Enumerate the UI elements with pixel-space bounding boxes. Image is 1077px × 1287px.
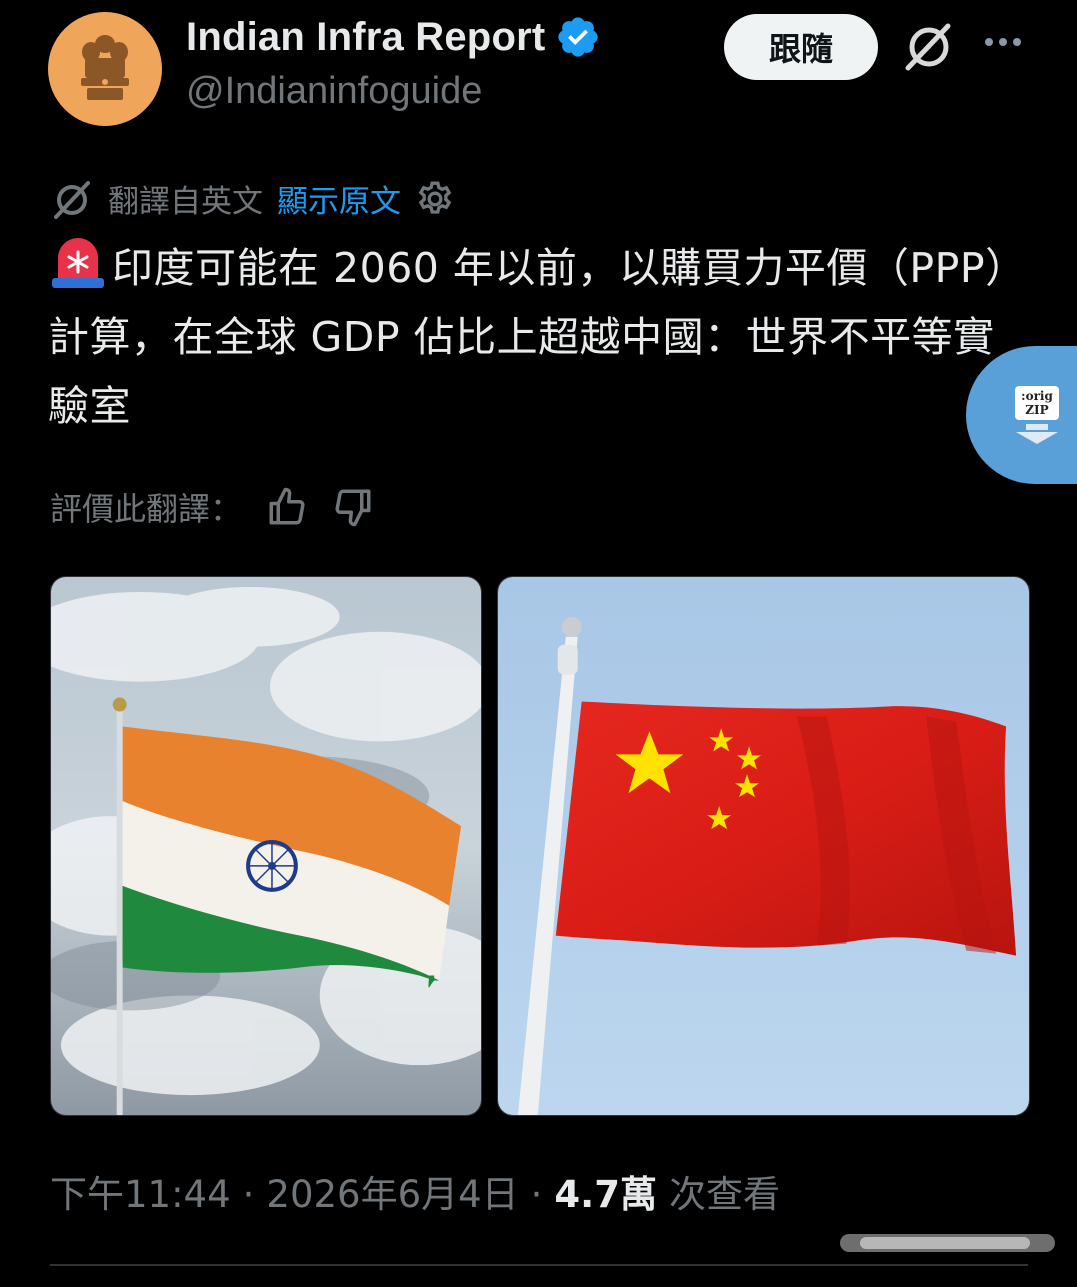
author-name-row[interactable]: Indian Infra Report: [186, 14, 601, 60]
rate-translation-label: 評價此翻譯：: [50, 490, 243, 528]
grok-translate-icon: [54, 180, 90, 219]
meta-separator: ·: [242, 1173, 255, 1216]
show-original-link[interactable]: 顯示原文: [277, 176, 401, 221]
tweet-time[interactable]: 下午11:44: [50, 1164, 231, 1218]
orig-zip-line1: :orig: [1021, 389, 1053, 403]
rate-translation-row: 評價此翻譯：: [50, 484, 374, 530]
verified-badge-icon[interactable]: [555, 14, 601, 60]
blurred-watermark: [840, 1234, 1055, 1252]
grok-icon[interactable]: [902, 20, 956, 74]
tweet-body: 印度可能在 2060 年以前，以購買力平價（PPP）計算，在全球 GDP 佔比上…: [48, 244, 1007, 430]
ashoka-emblem-icon: [81, 35, 129, 100]
translated-from-label: 翻譯自英文: [108, 184, 263, 220]
avatar[interactable]: [48, 12, 162, 126]
download-zip-icon: :orig ZIP: [1015, 386, 1059, 444]
thumbs-down-icon[interactable]: [332, 486, 374, 528]
divider: [50, 1264, 1028, 1266]
india-flag-photo: [51, 577, 481, 1115]
tweet-date[interactable]: 2026年6月4日: [266, 1164, 518, 1218]
views-count: 4.7萬: [554, 1173, 657, 1216]
media-image-china-flag[interactable]: [497, 576, 1030, 1116]
follow-button[interactable]: 跟隨: [724, 14, 878, 80]
more-options-icon[interactable]: [985, 38, 1021, 46]
views-label: 次查看: [668, 1173, 780, 1216]
gear-icon[interactable]: [415, 179, 455, 219]
meta-separator: ·: [530, 1173, 543, 1216]
translation-row: 翻譯自英文 顯示原文: [50, 176, 455, 221]
thumbs-up-icon[interactable]: [266, 486, 308, 528]
author-display-name[interactable]: Indian Infra Report: [186, 15, 545, 60]
tweet-text: 印度可能在 2060 年以前，以購買力平價（PPP）計算，在全球 GDP 佔比上…: [48, 234, 1023, 441]
orig-zip-line2: ZIP: [1025, 403, 1048, 417]
rotating-light-icon: [52, 238, 104, 288]
media-image-india-flag[interactable]: [50, 576, 482, 1116]
author-handle[interactable]: @Indianinfoguide: [186, 70, 482, 113]
tweet-meta: 下午11:44 · 2026年6月4日 · 4.7萬 次查看: [50, 1164, 780, 1218]
china-flag-photo: [498, 577, 1029, 1115]
